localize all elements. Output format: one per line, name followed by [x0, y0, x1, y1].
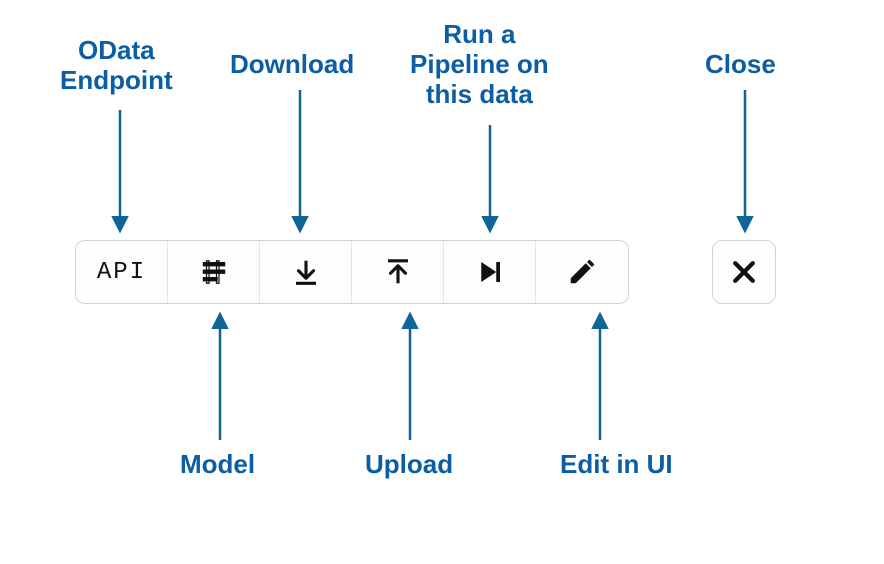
upload-button[interactable] — [352, 241, 444, 303]
main-toolbar: API — [75, 240, 629, 304]
pencil-icon — [567, 257, 597, 287]
upload-icon — [383, 257, 413, 287]
label-upload: Upload — [365, 450, 453, 480]
download-button[interactable] — [260, 241, 352, 303]
model-icon — [199, 257, 229, 287]
label-close: Close — [705, 50, 776, 80]
run-button[interactable] — [444, 241, 536, 303]
label-run: Run a Pipeline on this data — [410, 20, 549, 110]
play-next-icon — [475, 257, 505, 287]
close-button[interactable] — [713, 241, 775, 303]
label-model: Model — [180, 450, 255, 480]
api-button[interactable]: API — [76, 241, 168, 303]
close-icon — [729, 257, 759, 287]
label-download: Download — [230, 50, 354, 80]
api-text-icon: API — [97, 259, 146, 286]
label-edit: Edit in UI — [560, 450, 673, 480]
close-toolbar — [712, 240, 776, 304]
download-icon — [291, 257, 321, 287]
model-button[interactable] — [168, 241, 260, 303]
edit-button[interactable] — [536, 241, 628, 303]
label-odata: OData Endpoint — [60, 36, 173, 96]
